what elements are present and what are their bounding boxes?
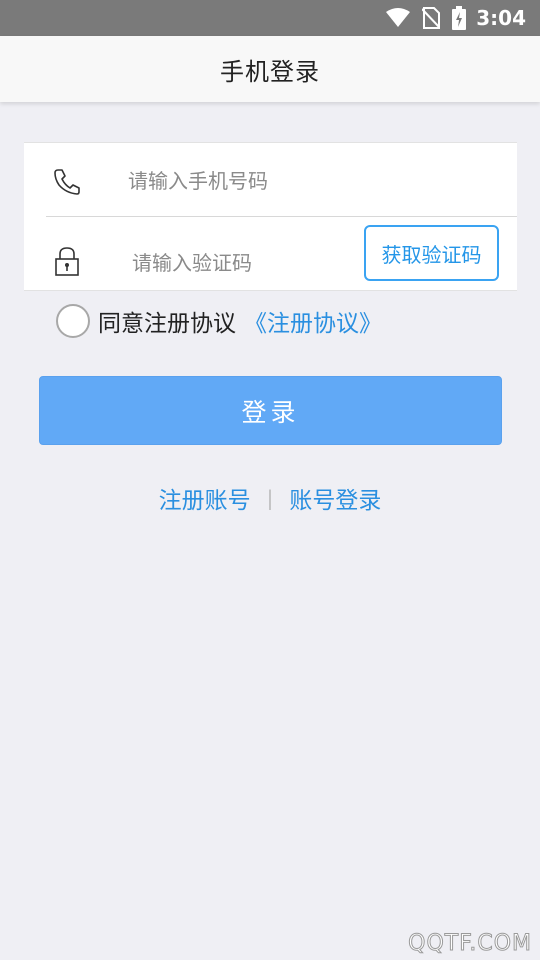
- app-header: 手机登录: [0, 36, 540, 102]
- bottom-links: 注册账号 | 账号登录: [0, 478, 540, 518]
- agreement-row: 同意注册协议 《注册协议》: [56, 302, 382, 340]
- wifi-icon: [386, 8, 411, 28]
- page-title: 手机登录: [220, 57, 320, 86]
- get-code-button[interactable]: 获取验证码: [364, 225, 499, 281]
- battery-charging-icon: [452, 6, 467, 30]
- login-button[interactable]: 登录: [39, 376, 502, 445]
- status-bar: 3:04: [0, 0, 540, 36]
- agreement-checkbox[interactable]: [56, 304, 90, 338]
- phone-icon: [52, 167, 82, 197]
- link-separator: |: [266, 486, 274, 510]
- no-sim-icon: [422, 7, 441, 29]
- login-form: 获取验证码: [24, 142, 517, 291]
- account-login-link[interactable]: 账号登录: [289, 481, 381, 515]
- agreement-label: 同意注册协议: [98, 311, 236, 337]
- code-row: 获取验证码: [24, 217, 517, 291]
- phone-row: [24, 143, 517, 217]
- verification-code-input[interactable]: [132, 243, 372, 283]
- agreement-link[interactable]: 《注册协议》: [244, 304, 382, 338]
- lock-icon: [52, 245, 82, 276]
- register-account-link[interactable]: 注册账号: [159, 481, 251, 515]
- status-time: 3:04: [476, 6, 526, 30]
- watermark: QQTF.COM: [408, 931, 532, 957]
- phone-input[interactable]: [128, 161, 368, 201]
